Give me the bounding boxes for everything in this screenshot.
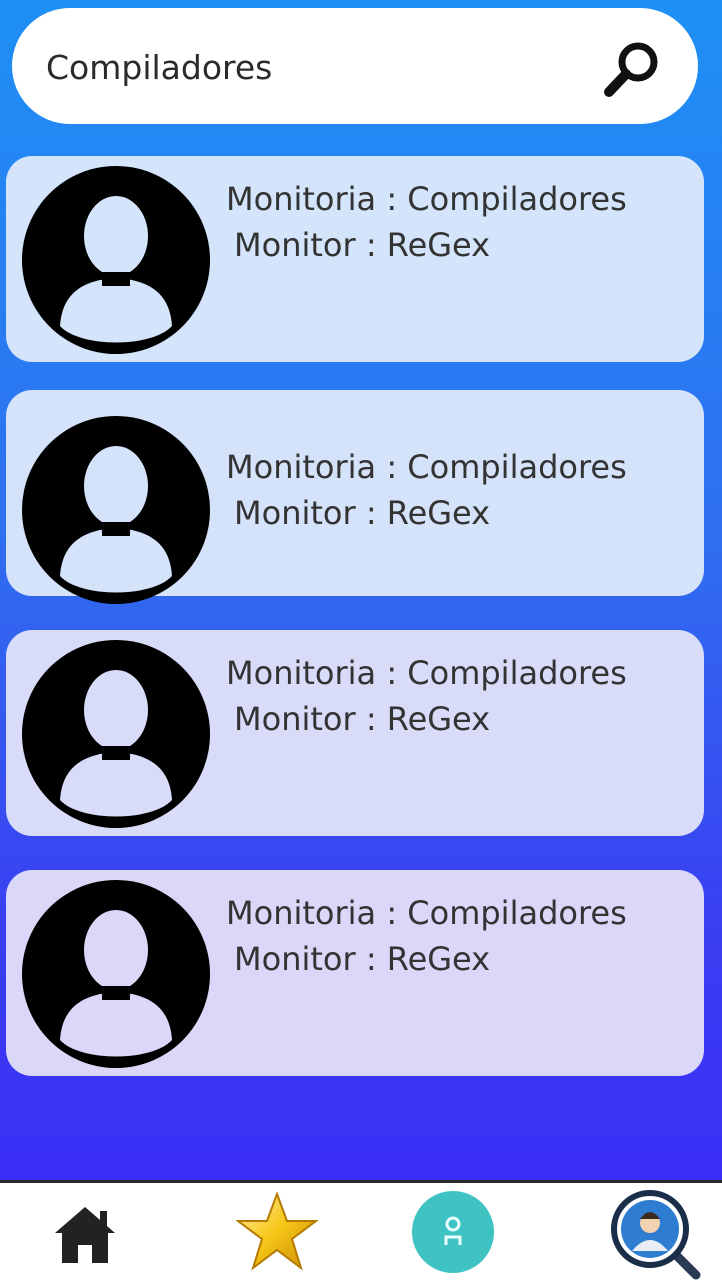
monitor-icon[interactable] bbox=[412, 1191, 494, 1273]
home-icon[interactable] bbox=[52, 1201, 118, 1267]
avatar-icon bbox=[22, 640, 210, 828]
bottom-navigation bbox=[0, 1180, 722, 1280]
avatar-icon bbox=[22, 166, 210, 354]
card-monitor: Monitor : ReGex bbox=[234, 494, 491, 532]
card-subject: Monitoria : Compiladores bbox=[226, 654, 627, 692]
search-input[interactable]: Compiladores bbox=[46, 48, 272, 87]
card-subject: Monitoria : Compiladores bbox=[226, 448, 627, 486]
card-subject: Monitoria : Compiladores bbox=[226, 894, 627, 932]
monitoria-card[interactable]: Monitoria : Compiladores Monitor : ReGex bbox=[6, 156, 704, 362]
star-icon[interactable] bbox=[235, 1191, 319, 1271]
card-monitor: Monitor : ReGex bbox=[234, 700, 491, 738]
card-subject: Monitoria : Compiladores bbox=[226, 180, 627, 218]
results-screen: Compiladores Monitoria : Compiladores Mo… bbox=[0, 0, 722, 1180]
search-user-icon[interactable] bbox=[610, 1189, 704, 1281]
avatar-icon bbox=[22, 880, 210, 1068]
monitoria-card[interactable]: Monitoria : Compiladores Monitor : ReGex bbox=[6, 630, 704, 836]
monitoria-card[interactable]: Monitoria : Compiladores Monitor : ReGex bbox=[6, 390, 704, 604]
card-monitor: Monitor : ReGex bbox=[234, 940, 491, 978]
card-monitor: Monitor : ReGex bbox=[234, 226, 491, 264]
search-icon[interactable] bbox=[602, 38, 664, 100]
avatar-icon bbox=[22, 416, 210, 604]
search-bar[interactable]: Compiladores bbox=[12, 8, 698, 124]
monitoria-card[interactable]: Monitoria : Compiladores Monitor : ReGex bbox=[6, 870, 704, 1076]
